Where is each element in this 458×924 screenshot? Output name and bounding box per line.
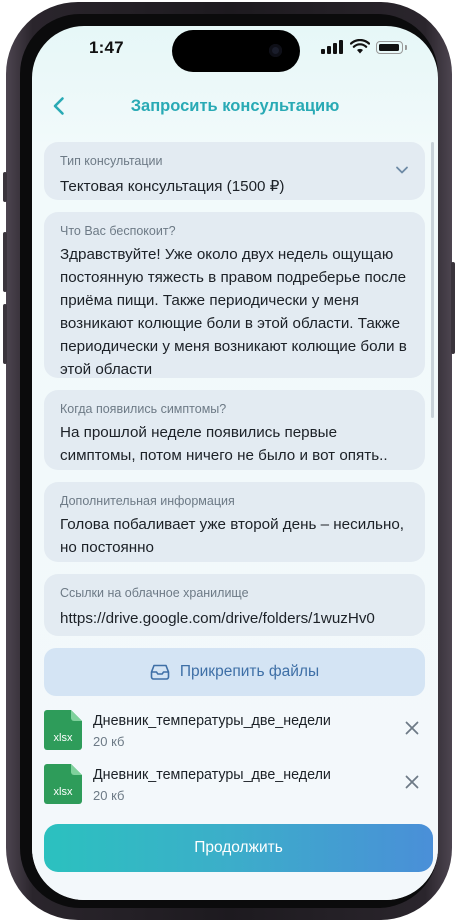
file-size: 20 кб bbox=[93, 734, 125, 749]
excel-file-icon: xlsx bbox=[44, 764, 82, 804]
continue-label: Продолжить bbox=[194, 839, 283, 856]
additional-info-value: Голова побаливает уже второй день – неси… bbox=[60, 516, 405, 556]
additional-info-label: Дополнительная информация bbox=[60, 494, 235, 508]
volume-down-button bbox=[3, 304, 7, 364]
close-icon[interactable] bbox=[405, 775, 419, 789]
inbox-tray-icon bbox=[150, 664, 170, 680]
consult-type-select[interactable]: Тип консультации Тектовая консультация (… bbox=[44, 142, 425, 200]
chevron-down-icon bbox=[396, 166, 408, 174]
phone-frame: 1:47 Запросить консультацию Тип консульт bbox=[3, 2, 455, 920]
attached-file-item: xlsx Дневник_температуры_две_недели 20 к… bbox=[44, 710, 425, 752]
continue-button[interactable]: Продолжить bbox=[44, 824, 433, 872]
status-time: 1:47 bbox=[89, 38, 124, 57]
wifi-icon bbox=[350, 39, 370, 54]
concern-textarea[interactable]: Что Вас беспокоит? Здравствуйте! Уже око… bbox=[44, 212, 425, 378]
cellular-signal-icon bbox=[321, 40, 345, 54]
concern-value: Здравствуйте! Уже около двух недель ощущ… bbox=[60, 246, 407, 378]
file-name: Дневник_температуры_две_недели bbox=[93, 767, 331, 783]
close-icon[interactable] bbox=[405, 721, 419, 735]
file-ext-label: xlsx bbox=[54, 786, 73, 798]
battery-icon bbox=[376, 41, 407, 54]
power-button bbox=[451, 262, 455, 354]
volume-up-button bbox=[3, 232, 7, 292]
attach-files-label: Прикрепить файлы bbox=[179, 663, 320, 680]
dynamic-island bbox=[172, 30, 300, 72]
consult-type-label: Тип консультации bbox=[60, 154, 163, 168]
status-bar: 1:47 bbox=[32, 26, 438, 76]
file-name: Дневник_температуры_две_недели bbox=[93, 713, 331, 729]
file-ext-label: xlsx bbox=[54, 732, 73, 744]
attach-files-button[interactable]: Прикрепить файлы bbox=[44, 648, 425, 696]
cloud-links-label: Ссылки на облачное хранилище bbox=[60, 586, 249, 600]
symptoms-start-value: На прошлой неделе появились первые симпт… bbox=[60, 424, 388, 464]
symptoms-start-label: Когда появились симптомы? bbox=[60, 402, 227, 416]
file-size: 20 кб bbox=[93, 788, 125, 803]
page-title: Запросить консультацию bbox=[130, 97, 340, 115]
symptoms-start-textarea[interactable]: Когда появились симптомы? На прошлой нед… bbox=[44, 390, 425, 470]
cloud-links-input[interactable]: Ссылки на облачное хранилище https://dri… bbox=[44, 574, 425, 636]
cloud-links-value: https://drive.google.com/drive/folders/1… bbox=[60, 610, 375, 627]
consult-type-value: Тектовая консультация (1500 ₽) bbox=[60, 178, 285, 195]
camera-icon bbox=[269, 44, 282, 57]
mute-switch bbox=[3, 172, 7, 202]
scrollbar[interactable] bbox=[431, 142, 434, 418]
excel-file-icon: xlsx bbox=[44, 710, 82, 750]
back-arrow-icon[interactable] bbox=[46, 92, 74, 120]
additional-info-textarea[interactable]: Дополнительная информация Голова побалив… bbox=[44, 482, 425, 562]
screen: 1:47 Запросить консультацию Тип консульт bbox=[32, 26, 438, 900]
concern-label: Что Вас беспокоит? bbox=[60, 224, 176, 238]
attached-file-item: xlsx Дневник_температуры_две_недели 20 к… bbox=[44, 764, 425, 806]
